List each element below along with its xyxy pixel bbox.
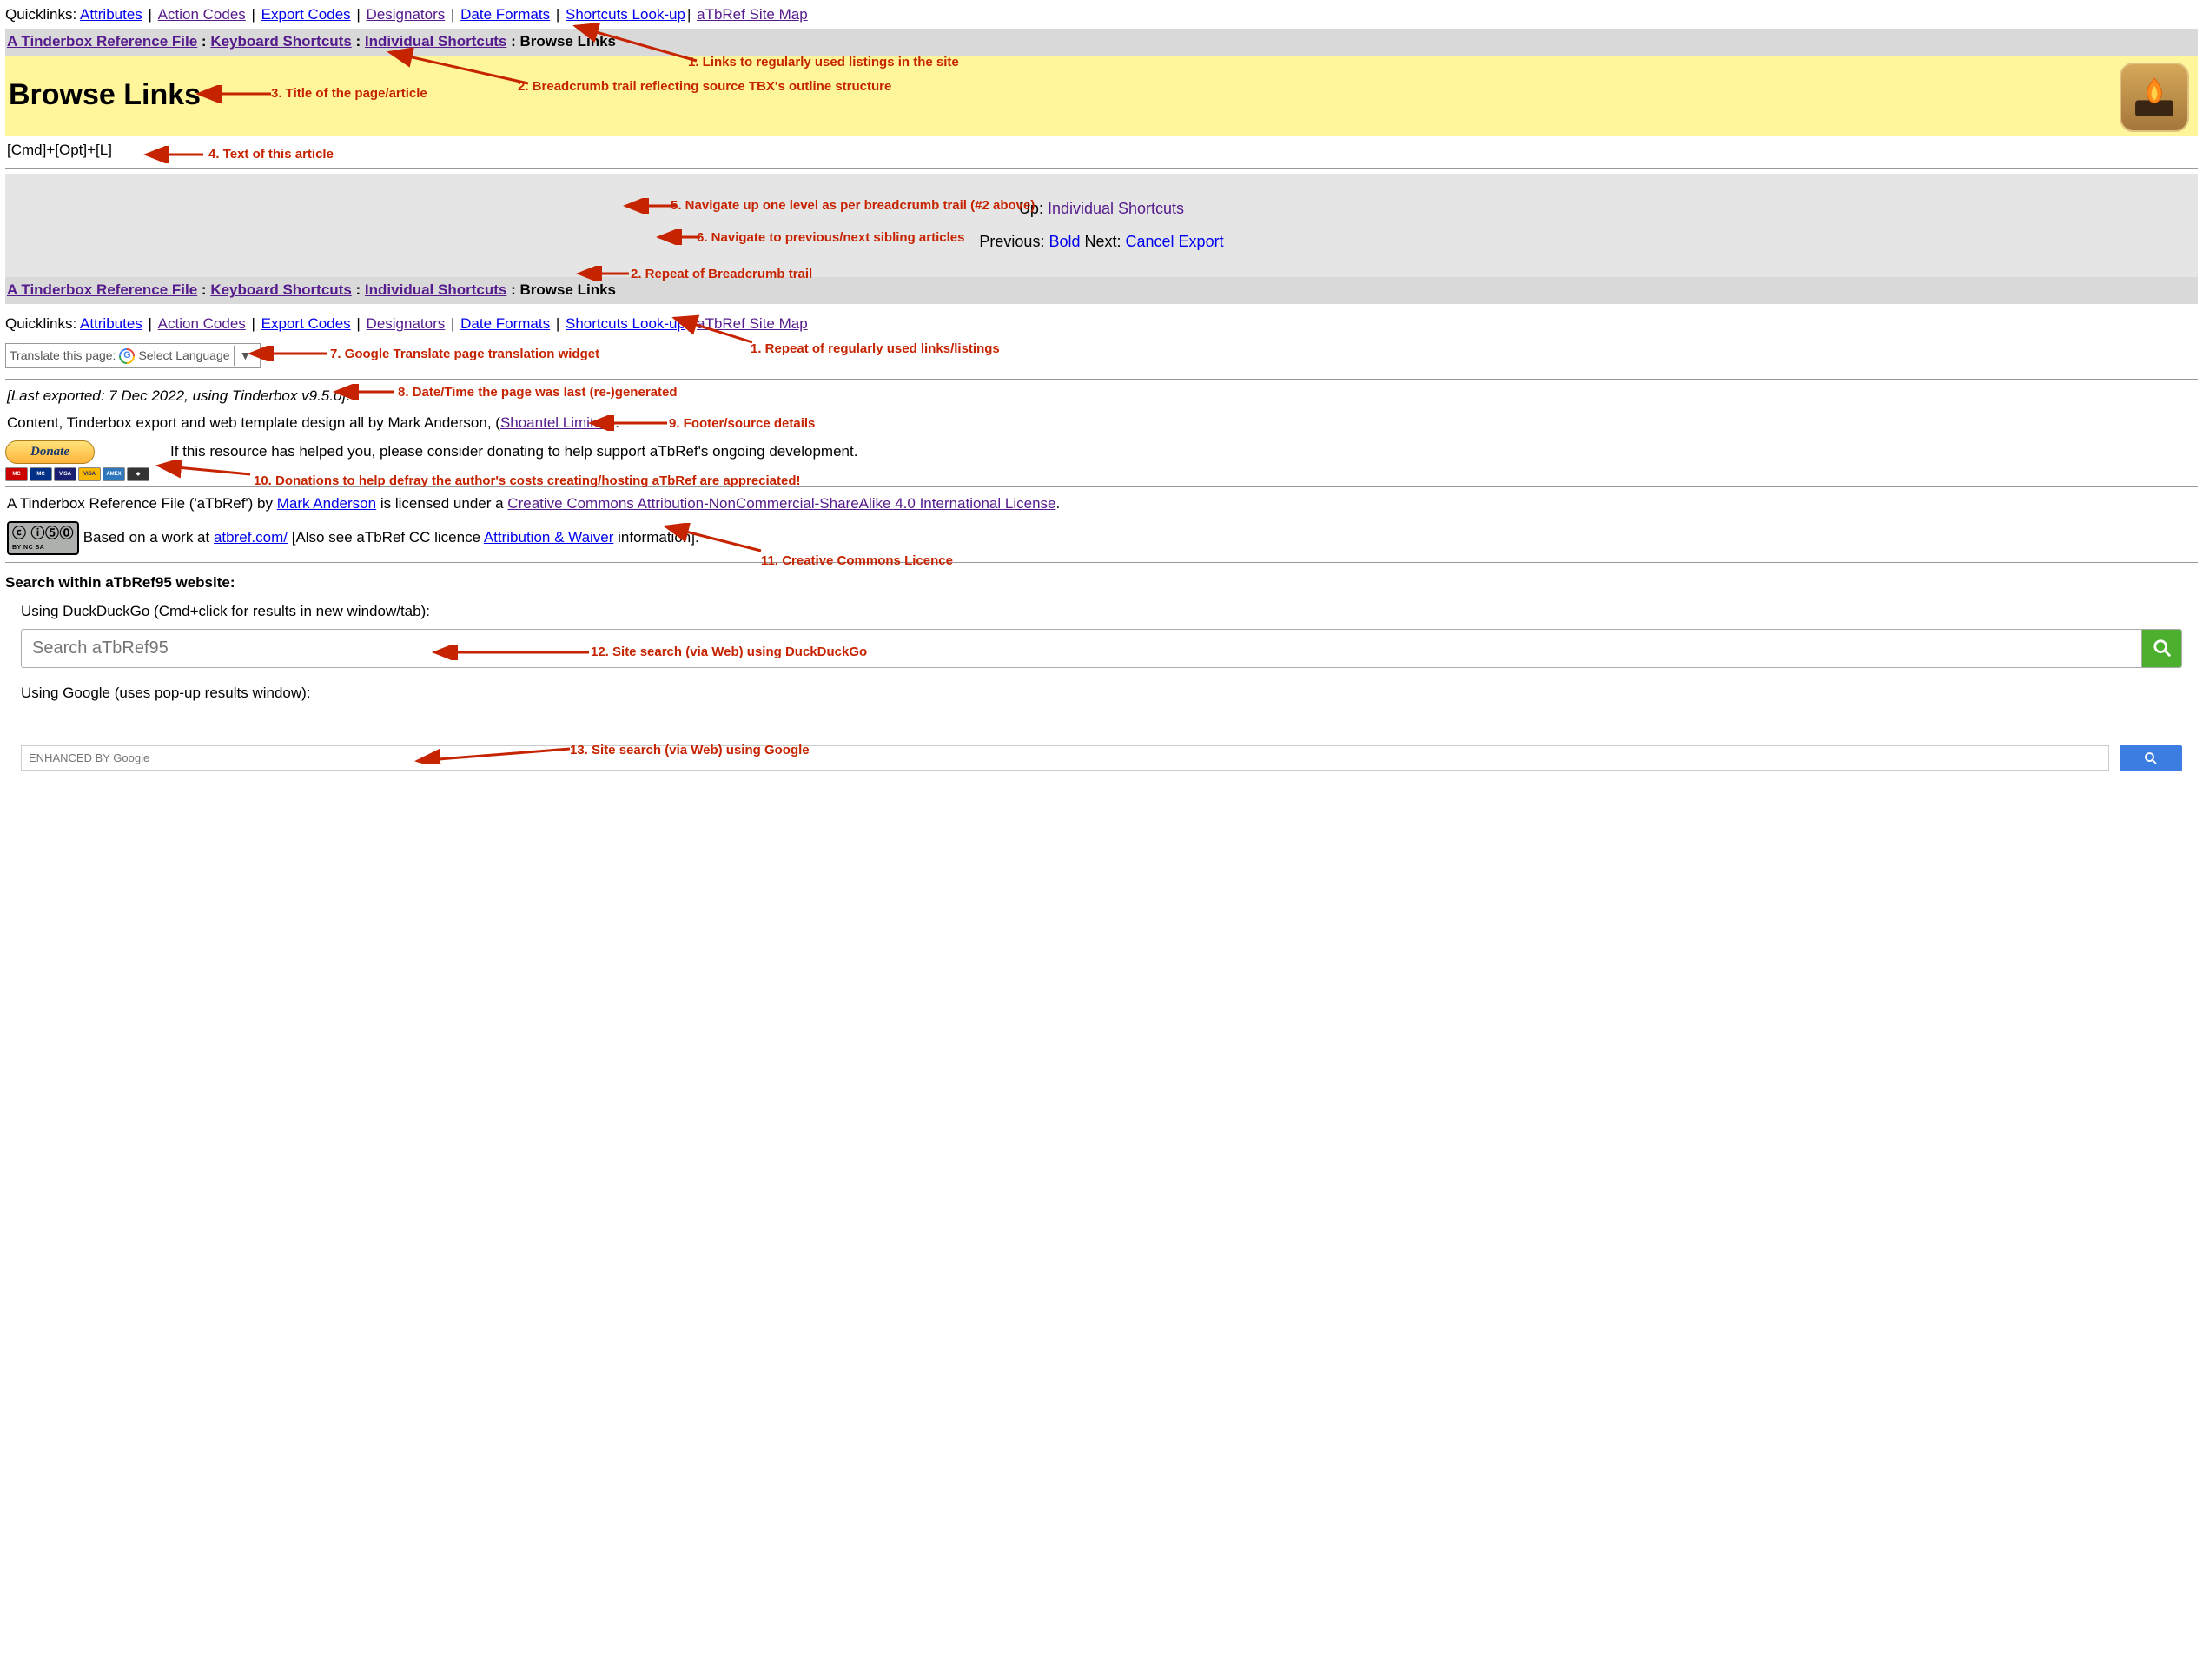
divider <box>5 168 2198 169</box>
quicklinks-label-b: Quicklinks: <box>5 315 80 332</box>
anno-7: 7. Google Translate page translation wid… <box>330 346 599 363</box>
page-root: Quicklinks: Attributes | Action Codes | … <box>5 5 2198 771</box>
anno-9: 9. Footer/source details <box>669 415 815 433</box>
ql-site-map[interactable]: aTbRef Site Map <box>697 6 808 23</box>
anno-2: 2. Breadcrumb trail reflecting source TB… <box>518 78 891 96</box>
anno-12: 12. Site search (via Web) using DuckDuck… <box>591 644 867 661</box>
license-cc-link[interactable]: Creative Commons Attribution-NonCommerci… <box>507 495 1055 512</box>
search-icon <box>2153 638 2172 658</box>
divider <box>5 379 2198 380</box>
google-search-box <box>21 745 2182 771</box>
crumb-individual[interactable]: Individual Shortcuts <box>365 33 506 50</box>
donate-button[interactable]: Donate <box>5 440 95 464</box>
donate-button-block: Donate MC MC VISA VISA AMEX ◆ <box>5 440 149 481</box>
crumb2-keyboard[interactable]: Keyboard Shortcuts <box>210 281 351 298</box>
ddg-search-input[interactable] <box>22 630 2141 667</box>
translate-prefix: Translate this page: <box>10 347 116 364</box>
qlb-shortcuts-lookup[interactable]: Shortcuts Look-up <box>566 315 685 332</box>
credits-link[interactable]: Shoantel Limited <box>500 414 611 431</box>
breadcrumb-repeat: A Tinderbox Reference File : Keyboard Sh… <box>5 277 2198 304</box>
nav-prev-label: Previous: <box>979 233 1049 250</box>
translate-widget[interactable]: Translate this page: Select Language ▼ <box>5 343 261 368</box>
search-heading: Search within aTbRef95 website: <box>5 573 2198 593</box>
export-meta-text: [Last exported: 7 Dec 2022, using Tinder… <box>7 387 346 404</box>
crumb-current: Browse Links <box>519 33 616 50</box>
crumb2-root[interactable]: A Tinderbox Reference File <box>7 281 197 298</box>
export-meta: [Last exported: 7 Dec 2022, using Tinder… <box>7 387 2196 407</box>
anno-4: 4. Text of this article <box>208 146 334 163</box>
anno-1r: 1. Repeat of regularly used links/listin… <box>751 341 1000 358</box>
license-site-link[interactable]: atbref.com/ <box>214 529 288 546</box>
nav-next-label: Next: <box>1085 233 1126 250</box>
sibling-nav: Up: Individual Shortcuts Previous: Bold … <box>5 174 2198 278</box>
translate-select[interactable]: Select Language <box>138 347 229 364</box>
donate-text: If this resource has helped you, please … <box>170 440 857 462</box>
crumb2-individual[interactable]: Individual Shortcuts <box>365 281 506 298</box>
license-line2: ⓒ ⓘ⑤⓪ BY NC SA Based on a work at atbref… <box>7 521 2196 555</box>
quicklinks-bottom: Quicklinks: Attributes | Action Codes | … <box>5 314 2198 334</box>
anno-13: 13. Site search (via Web) using Google <box>570 742 810 759</box>
anno-11: 11. Creative Commons Licence <box>761 552 953 570</box>
article-text: [Cmd]+[Opt]+[L] <box>7 142 112 158</box>
qlb-export-codes[interactable]: Export Codes <box>261 315 351 332</box>
crumb2-current: Browse Links <box>519 281 616 298</box>
license-line1: A Tinderbox Reference File ('aTbRef') by… <box>7 494 2196 514</box>
anno-6: 6. Navigate to previous/next sibling art… <box>697 229 964 247</box>
anno-5: 5. Navigate up one level as per breadcru… <box>671 197 1035 215</box>
ql-shortcuts-lookup[interactable]: Shortcuts Look-up <box>566 6 685 23</box>
ql-date-formats[interactable]: Date Formats <box>460 6 550 23</box>
tinderbox-logo-icon <box>2120 63 2189 132</box>
anno-10: 10. Donations to help defray the author'… <box>254 473 801 490</box>
crumb-root[interactable]: A Tinderbox Reference File <box>7 33 197 50</box>
quicklinks-label: Quicklinks: <box>5 6 80 23</box>
google-icon <box>119 348 135 364</box>
page-title: Browse Links <box>9 76 201 116</box>
cc-badge-icon: ⓒ ⓘ⑤⓪ BY NC SA <box>7 521 79 555</box>
ddg-search-box <box>21 629 2182 668</box>
google-search-button[interactable] <box>2120 745 2182 771</box>
ql-designators[interactable]: Designators <box>367 6 446 23</box>
qlb-site-map[interactable]: aTbRef Site Map <box>697 315 808 332</box>
qlb-date-formats[interactable]: Date Formats <box>460 315 550 332</box>
quicklinks-top: Quicklinks: Attributes | Action Codes | … <box>5 5 2198 25</box>
credits: Content, Tinderbox export and web templa… <box>7 413 2196 433</box>
ddg-search-label: Using DuckDuckGo (Cmd+click for results … <box>21 602 2198 622</box>
ql-action-codes[interactable]: Action Codes <box>158 6 246 23</box>
qlb-action-codes[interactable]: Action Codes <box>158 315 246 332</box>
qlb-designators[interactable]: Designators <box>367 315 446 332</box>
nav-up-link[interactable]: Individual Shortcuts <box>1048 200 1184 217</box>
article-body: [Cmd]+[Opt]+[L] <box>5 136 2198 162</box>
google-search-label: Using Google (uses pop-up results window… <box>21 684 2198 704</box>
search-icon <box>2143 751 2159 766</box>
crumb-keyboard[interactable]: Keyboard Shortcuts <box>210 33 351 50</box>
anno-2r: 2. Repeat of Breadcrumb trail <box>631 266 812 283</box>
qlb-attributes[interactable]: Attributes <box>80 315 142 332</box>
breadcrumb: A Tinderbox Reference File : Keyboard Sh… <box>5 29 2198 56</box>
ddg-search-button[interactable] <box>2141 630 2181 667</box>
nav-next-link[interactable]: Cancel Export <box>1126 233 1224 250</box>
google-search-input[interactable] <box>21 745 2109 771</box>
divider <box>5 562 2198 563</box>
chevron-down-icon[interactable]: ▼ <box>234 346 257 366</box>
anno-3: 3. Title of the page/article <box>271 85 427 103</box>
payment-cards-icon: MC MC VISA VISA AMEX ◆ <box>5 467 149 481</box>
anno-1: 1. Links to regularly used listings in t… <box>688 54 959 71</box>
nav-prev-link[interactable]: Bold <box>1049 233 1080 250</box>
anno-8: 8. Date/Time the page was last (re-)gene… <box>398 384 678 401</box>
ql-export-codes[interactable]: Export Codes <box>261 6 351 23</box>
license-author-link[interactable]: Mark Anderson <box>277 495 376 512</box>
license-waiver-link[interactable]: Attribution & Waiver <box>484 529 614 546</box>
ql-attributes[interactable]: Attributes <box>80 6 142 23</box>
